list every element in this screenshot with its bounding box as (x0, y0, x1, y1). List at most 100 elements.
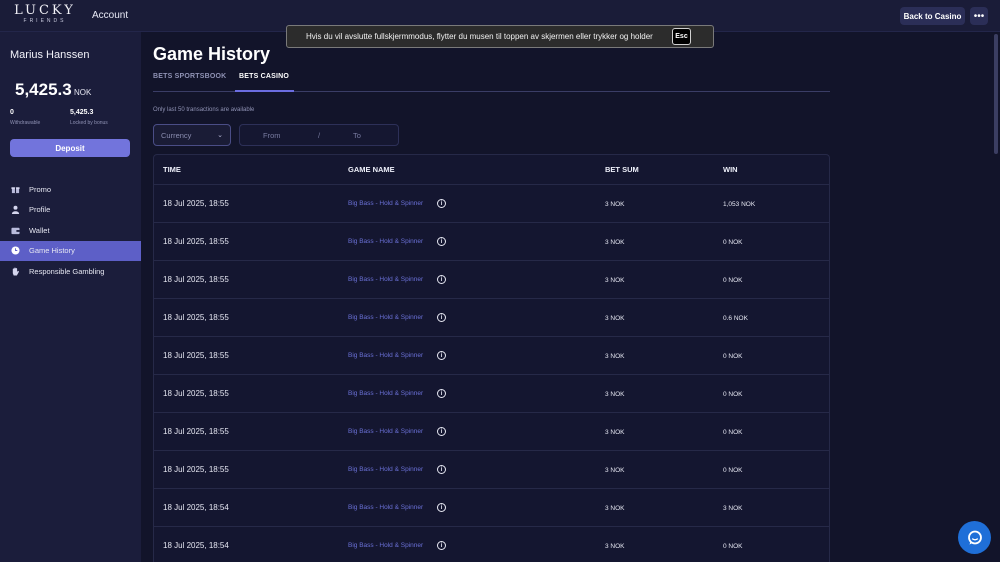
cell-time: 18 Jul 2025, 18:55 (163, 389, 229, 398)
game-name-link[interactable]: Big Bass - Hold & Spinner (348, 542, 423, 549)
more-menu-button[interactable]: ••• (970, 7, 988, 25)
game-name-link[interactable]: Big Bass - Hold & Spinner (348, 466, 423, 473)
table-row: 18 Jul 2025, 18:54 Big Bass - Hold & Spin… (154, 489, 829, 527)
user-name: Marius Hanssen (10, 49, 90, 61)
date-to-field[interactable]: To (353, 131, 361, 140)
cell-win: 0 NOK (723, 429, 743, 436)
info-icon[interactable]: i (437, 427, 446, 436)
tab-bets-sportsbook[interactable]: BETS SPORTSBOOK (153, 73, 226, 80)
game-name-link[interactable]: Big Bass - Hold & Spinner (348, 238, 423, 245)
info-icon[interactable]: i (437, 389, 446, 398)
cell-win: 0 NOK (723, 467, 743, 474)
table-row: 18 Jul 2025, 18:55 Big Bass - Hold & Spin… (154, 299, 829, 337)
game-history-table: TIME GAME NAME BET SUM WIN 18 Jul 2025, … (153, 154, 830, 562)
wallet-icon (10, 225, 20, 235)
cell-win: 0 NOK (723, 543, 743, 550)
page-scrollbar[interactable] (992, 32, 1000, 562)
cell-bet-sum: 3 NOK (605, 353, 625, 360)
cell-win: 0 NOK (723, 391, 743, 398)
gift-icon (10, 184, 20, 194)
transactions-note: Only last 50 transactions are available (153, 107, 255, 113)
info-icon[interactable]: i (437, 237, 446, 246)
game-name-link[interactable]: Big Bass - Hold & Spinner (348, 504, 423, 511)
table-row: 18 Jul 2025, 18:55 Big Bass - Hold & Spin… (154, 223, 829, 261)
cell-bet-sum: 3 NOK (605, 277, 625, 284)
table-row: 18 Jul 2025, 18:55 Big Bass - Hold & Spin… (154, 413, 829, 451)
back-to-casino-button[interactable]: Back to Casino (900, 7, 965, 25)
table-row: 18 Jul 2025, 18:55 Big Bass - Hold & Spin… (154, 375, 829, 413)
withdrawable-value: 0 (10, 109, 14, 116)
cell-bet-sum: 3 NOK (605, 239, 625, 246)
user-icon (10, 205, 20, 215)
sidebar-item-promo[interactable]: Promo (0, 179, 141, 200)
balance-amount: 5,425.3 (15, 80, 72, 99)
cell-bet-sum: 3 NOK (605, 201, 625, 208)
cell-win: 0 NOK (723, 353, 743, 360)
game-name-link[interactable]: Big Bass - Hold & Spinner (348, 352, 423, 359)
header-time: TIME (163, 165, 181, 174)
cell-win: 0 NOK (723, 277, 743, 284)
date-range-picker[interactable]: From / To (239, 124, 399, 146)
lucky-friends-logo[interactable]: LUCKY FRIENDS (9, 4, 81, 25)
info-icon[interactable]: i (437, 275, 446, 284)
sidebar-item-profile[interactable]: Profile (0, 200, 141, 221)
game-name-link[interactable]: Big Bass - Hold & Spinner (348, 200, 423, 207)
locked-label: Locked by bonus (70, 120, 108, 126)
logo-main-text: LUCKY (14, 3, 76, 18)
cell-win: 0.6 NOK (723, 315, 748, 322)
hand-icon (10, 266, 20, 276)
date-separator: / (318, 131, 321, 140)
cell-win: 1,053 NOK (723, 201, 756, 208)
sidebar: Marius Hanssen 5,425.3 NOK 0 Withdrawabl… (0, 32, 141, 562)
game-name-link[interactable]: Big Bass - Hold & Spinner (348, 276, 423, 283)
sidebar-item-responsible-gambling[interactable]: Responsible Gambling (0, 261, 141, 282)
cell-win: 0 NOK (723, 239, 743, 246)
currency-select[interactable]: Currency ⌄ (153, 124, 231, 146)
sidebar-item-game-history[interactable]: Game History (0, 240, 141, 261)
header-bet-sum: BET SUM (605, 165, 639, 174)
cell-bet-sum: 3 NOK (605, 467, 625, 474)
cell-time: 18 Jul 2025, 18:54 (163, 503, 229, 512)
history-tabs: BETS SPORTSBOOK BETS CASINO (153, 73, 830, 92)
account-link[interactable]: Account (92, 10, 128, 21)
clock-icon (10, 246, 20, 256)
info-icon[interactable]: i (437, 541, 446, 550)
chat-support-button[interactable] (958, 521, 991, 554)
header-win: WIN (723, 165, 738, 174)
chevron-down-icon: ⌄ (217, 132, 223, 139)
cell-bet-sum: 3 NOK (605, 315, 625, 322)
info-icon[interactable]: i (437, 503, 446, 512)
sidebar-item-wallet[interactable]: Wallet (0, 220, 141, 241)
cell-time: 18 Jul 2025, 18:54 (163, 541, 229, 550)
game-name-link[interactable]: Big Bass - Hold & Spinner (348, 390, 423, 397)
cell-time: 18 Jul 2025, 18:55 (163, 237, 229, 246)
sidebar-item-label: Game History (29, 246, 75, 256)
sidebar-nav: Promo Profile Wallet Game History Respon… (0, 179, 141, 282)
date-from-field[interactable]: From (263, 131, 281, 140)
cell-bet-sum: 3 NOK (605, 391, 625, 398)
cell-bet-sum: 3 NOK (605, 543, 625, 550)
page-title: Game History (153, 44, 271, 64)
cell-win: 3 NOK (723, 505, 743, 512)
deposit-button[interactable]: Deposit (10, 139, 130, 157)
chat-bubble-icon (967, 530, 982, 544)
info-icon[interactable]: i (437, 351, 446, 360)
sidebar-item-label: Wallet (29, 225, 50, 235)
cell-time: 18 Jul 2025, 18:55 (163, 427, 229, 436)
sidebar-item-label: Responsible Gambling (29, 266, 105, 276)
game-name-link[interactable]: Big Bass - Hold & Spinner (348, 314, 423, 321)
fullscreen-toast: Hvis du vil avslutte fullskjermmodus, fl… (286, 25, 714, 48)
sidebar-item-label: Profile (29, 205, 51, 215)
balance-currency: NOK (74, 88, 92, 97)
table-row: 18 Jul 2025, 18:55 Big Bass - Hold & Spin… (154, 185, 829, 223)
info-icon[interactable]: i (437, 313, 446, 322)
tab-bets-casino[interactable]: BETS CASINO (239, 73, 289, 80)
locked-value: 5,425.3 (70, 109, 94, 116)
cell-time: 18 Jul 2025, 18:55 (163, 199, 229, 208)
game-name-link[interactable]: Big Bass - Hold & Spinner (348, 428, 423, 435)
esc-key-badge: Esc (672, 28, 691, 45)
info-icon[interactable]: i (437, 465, 446, 474)
info-icon[interactable]: i (437, 199, 446, 208)
table-row: 18 Jul 2025, 18:55 Big Bass - Hold & Spin… (154, 261, 829, 299)
scrollbar-thumb[interactable] (994, 34, 998, 154)
